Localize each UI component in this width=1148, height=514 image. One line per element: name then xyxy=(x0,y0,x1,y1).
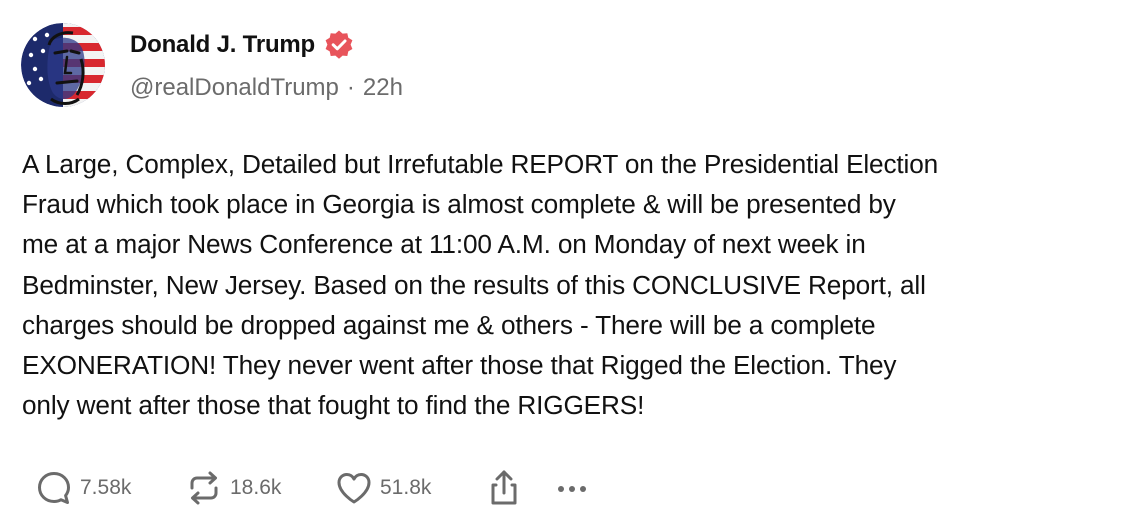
post-body: A Large, Complex, Detailed but Irrefutab… xyxy=(22,144,1140,425)
retruth-button[interactable]: 18.6k xyxy=(184,468,334,508)
post-body-line: A Large, Complex, Detailed but Irrefutab… xyxy=(22,149,939,179)
handle-row: @realDonaldTrump · 22h xyxy=(130,74,403,102)
timestamp[interactable]: 22h xyxy=(363,74,403,102)
share-icon xyxy=(484,468,524,508)
retruth-count: 18.6k xyxy=(230,476,282,499)
like-count: 51.8k xyxy=(380,476,432,499)
verified-badge-icon xyxy=(323,29,355,61)
share-button[interactable] xyxy=(484,468,552,508)
retruth-icon xyxy=(184,468,224,508)
more-icon xyxy=(552,468,592,508)
post-card: Donald J. Trump @realDonaldTrump · 22h A… xyxy=(0,0,1148,514)
author-name-row: Donald J. Trump xyxy=(130,28,355,62)
action-bar: 7.58k 18.6k 51.8k xyxy=(34,468,602,508)
post-body-line: only went after those that fought to fin… xyxy=(22,390,645,421)
reply-count: 7.58k xyxy=(80,476,132,499)
separator: · xyxy=(346,74,355,101)
heart-icon xyxy=(334,468,374,508)
post-body-line: EXONERATION! They never went after those… xyxy=(22,350,897,381)
post-body-line: Fraud which took place in Georgia is alm… xyxy=(22,189,896,220)
post-body-line: Bedminster, New Jersey. Based on the res… xyxy=(22,269,926,300)
post-body-line: me at a major News Conference at 11:00 A… xyxy=(22,229,866,260)
reply-button[interactable]: 7.58k xyxy=(34,468,184,508)
avatar-image xyxy=(21,23,105,107)
display-name[interactable]: Donald J. Trump xyxy=(130,31,315,59)
more-options-button[interactable] xyxy=(552,468,602,508)
avatar[interactable] xyxy=(21,23,105,107)
reply-icon xyxy=(34,468,74,508)
like-button[interactable]: 51.8k xyxy=(334,468,484,508)
handle[interactable]: @realDonaldTrump xyxy=(130,74,339,102)
post-body-line: charges should be dropped against me & o… xyxy=(22,309,876,340)
